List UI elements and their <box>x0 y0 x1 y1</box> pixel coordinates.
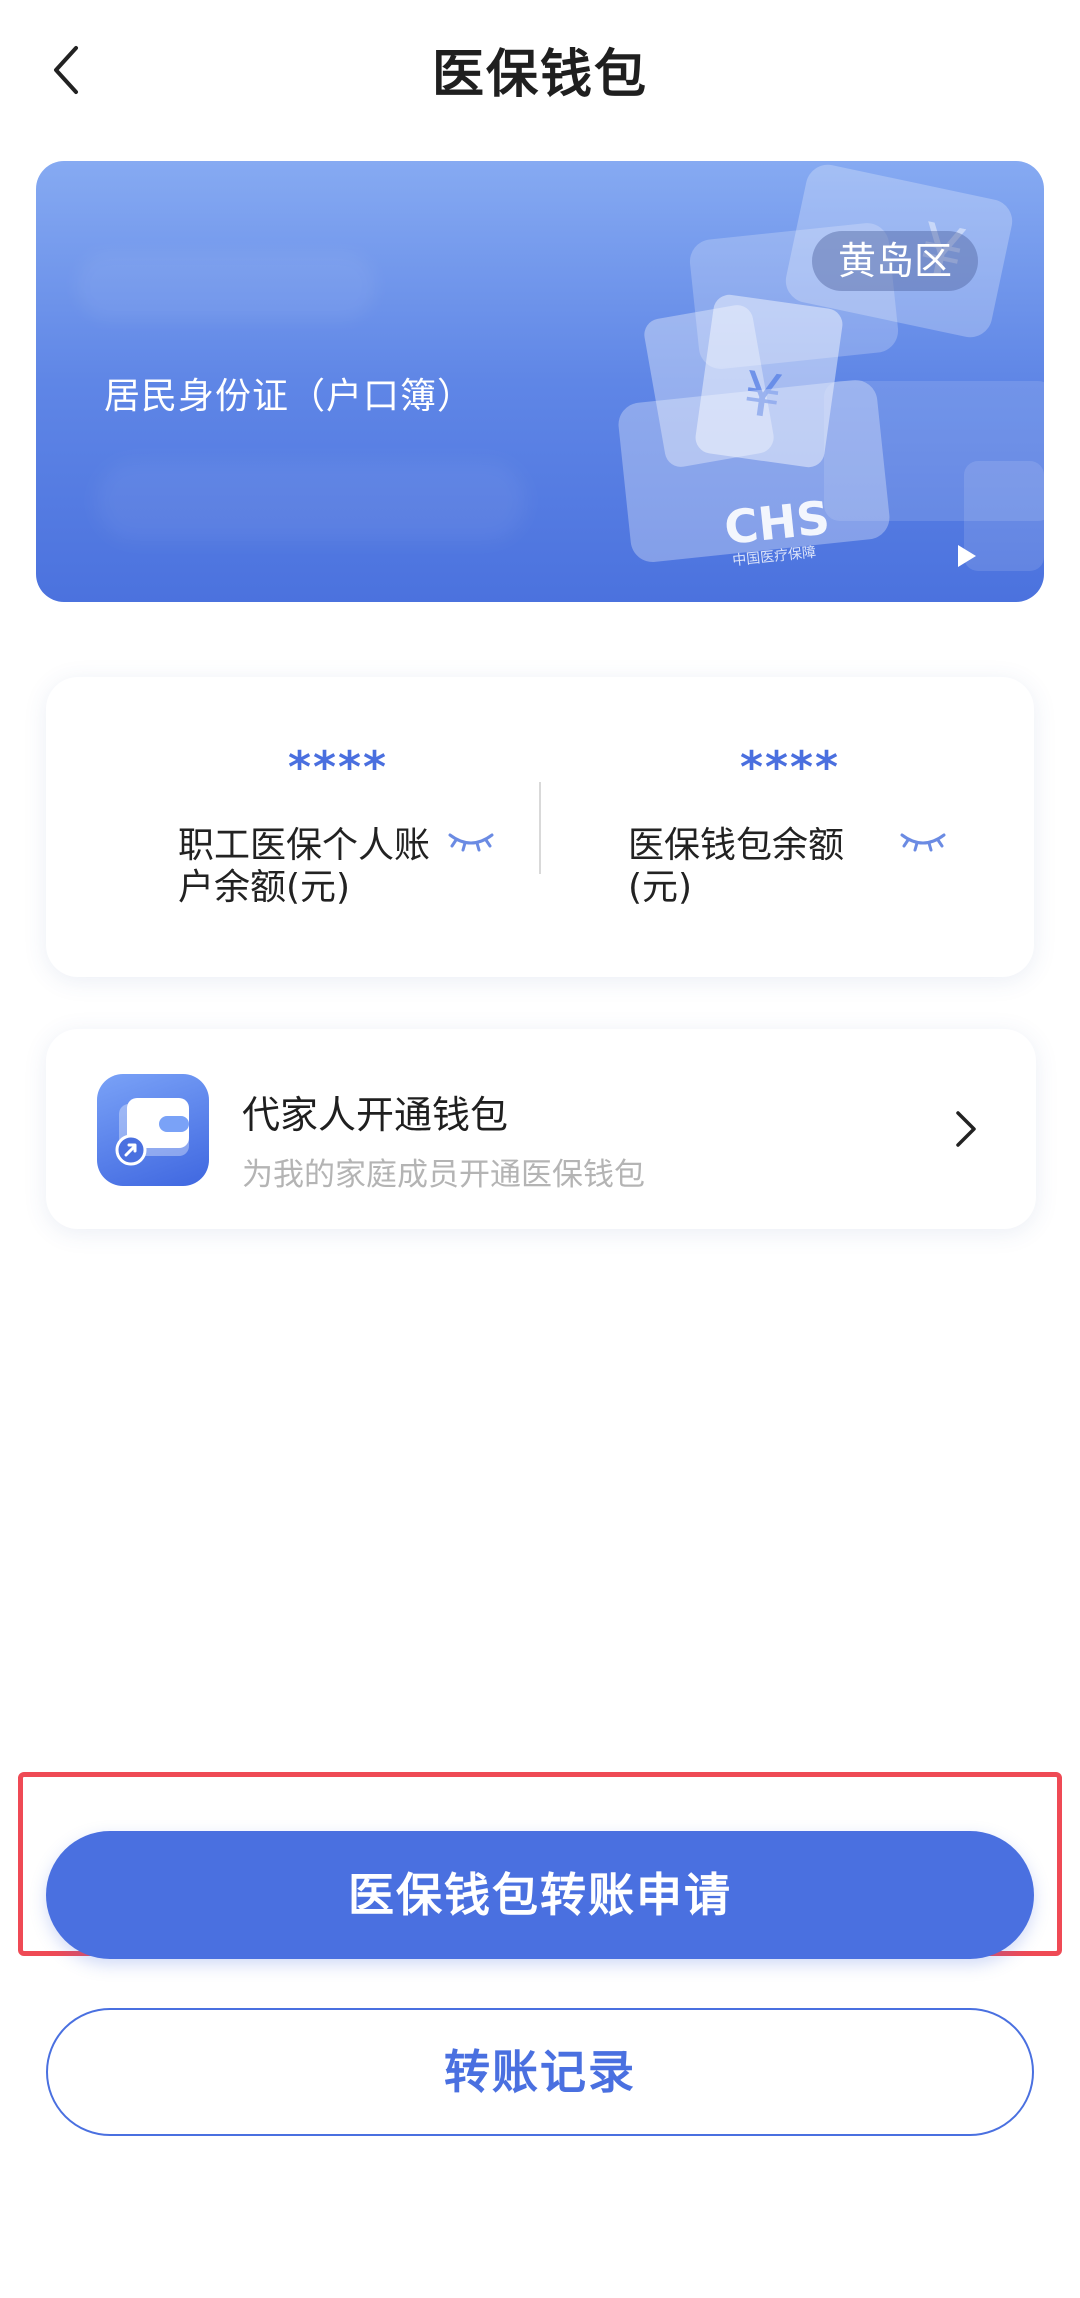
svg-text:CHS: CHS <box>722 490 832 555</box>
wallet-icon <box>97 1074 209 1186</box>
wallet-cards-illustration: ¥ ¥ CHS 中国医疗保障 <box>618 164 1044 571</box>
employee-account-balance: **** 职工医保个人账户余额(元) <box>46 677 540 977</box>
wallet-balance: **** 医保钱包余额(元) <box>540 677 1034 977</box>
page: 医保钱包 ¥ ¥ CHS 中国医疗保障 居民身份证（户口簿） 黄岛区 <box>0 0 1080 2298</box>
wallet-balance-value: **** <box>740 742 841 793</box>
page-title: 医保钱包 <box>431 45 648 105</box>
region-badge: 黄岛区 <box>811 231 978 291</box>
insurance-card-banner[interactable]: ¥ ¥ CHS 中国医疗保障 居民身份证（户口簿） 黄岛区 <box>36 161 1044 602</box>
family-wallet-entry[interactable]: 代家人开通钱包 为我的家庭成员开通医保钱包 <box>46 1029 1036 1229</box>
chevron-right-icon <box>956 1111 976 1147</box>
eye-closed-icon[interactable] <box>446 827 496 857</box>
transfer-records-button[interactable]: 转账记录 <box>46 2008 1034 2136</box>
family-wallet-title: 代家人开通钱包 <box>242 1093 509 1137</box>
transfer-apply-button[interactable]: 医保钱包转账申请 <box>46 1831 1034 1959</box>
family-wallet-subtitle: 为我的家庭成员开通医保钱包 <box>242 1157 645 1193</box>
id-type-label: 居民身份证（户口簿） <box>104 376 475 417</box>
play-icon[interactable] <box>950 541 980 571</box>
masked-name-placeholder <box>76 251 376 321</box>
top-bar: 医保钱包 <box>0 0 1080 140</box>
wallet-balance-label: 医保钱包余额(元) <box>628 825 845 908</box>
employee-balance-label: 职工医保个人账户余额(元) <box>178 825 431 908</box>
eye-closed-icon[interactable] <box>898 827 948 857</box>
balance-card: **** 职工医保个人账户余额(元) **** 医保钱包余额(元) <box>46 677 1034 977</box>
employee-balance-value: **** <box>288 742 389 793</box>
masked-id-number-placeholder <box>96 461 526 541</box>
